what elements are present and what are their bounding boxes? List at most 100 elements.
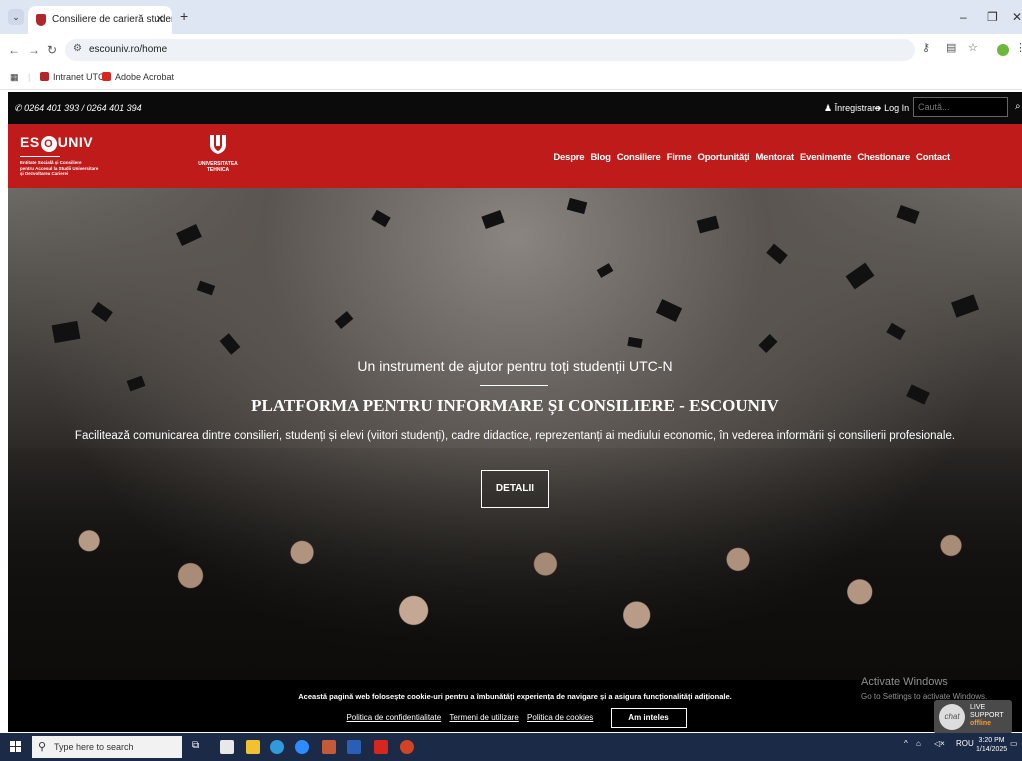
zoom-icon[interactable]: [295, 740, 309, 754]
password-key-icon[interactable]: ⚷: [922, 41, 930, 54]
graduation-cap-shape: [91, 301, 113, 323]
task-view-icon[interactable]: ⧉: [192, 740, 206, 754]
word-icon[interactable]: [347, 740, 361, 754]
hero-divider: [480, 385, 548, 386]
browser-tab-active[interactable]: Consiliere de carieră studenți U ✕: [28, 6, 172, 34]
phone-contact: ✆ 0264 401 393 / 0264 401 394: [14, 103, 142, 114]
details-button[interactable]: DETALII: [481, 470, 549, 508]
tab-title: Consiliere de carieră studenți U: [52, 14, 172, 25]
menu-item-oportunitati[interactable]: Oportunități: [698, 152, 750, 163]
site-settings-icon[interactable]: ⚙: [73, 43, 82, 54]
graduation-cap-shape: [51, 320, 81, 344]
graduation-cap-shape: [627, 336, 643, 349]
network-icon[interactable]: ⌂: [916, 739, 921, 748]
phone-number: 0264 401 393 / 0264 401 394: [24, 103, 142, 113]
chrome-icon[interactable]: [270, 740, 284, 754]
file-icon[interactable]: [220, 740, 234, 754]
site-search-input[interactable]: [913, 97, 1008, 117]
notifications-icon[interactable]: ▭: [1010, 739, 1018, 748]
accept-cookies-button[interactable]: Am inteles: [610, 708, 687, 728]
url-text: escouniv.ro/home: [89, 44, 168, 55]
powerpoint-icon[interactable]: [400, 740, 414, 754]
graduation-cap-shape: [696, 215, 720, 234]
address-bar-row: ← → ↻ ⚙ escouniv.ro/home: [0, 34, 1022, 66]
site-header: ES O UNIV Entitate Socială și Consiliere p…: [8, 124, 1022, 188]
tab-close-icon[interactable]: ✕: [156, 6, 164, 34]
graduation-cap-shape: [758, 333, 778, 354]
taskbar-search-box[interactable]: ⚲ Type here to search: [32, 736, 182, 758]
restore-icon[interactable]: ❐: [987, 10, 998, 24]
search-icon[interactable]: ⌕: [1015, 101, 1021, 112]
phone-icon: ✆: [14, 103, 22, 113]
language-indicator[interactable]: ROU: [956, 739, 974, 748]
graduation-cap-shape: [896, 204, 920, 225]
escouniv-logo[interactable]: ES O UNIV Entitate Socială și Consiliere p…: [20, 134, 98, 177]
graduation-cap-shape: [481, 209, 505, 230]
volume-icon[interactable]: ◁×: [934, 739, 945, 748]
hero-banner: Un instrument de ajutor pentru toți stud…: [8, 188, 1022, 680]
utcn-emblem-icon: [210, 135, 226, 154]
close-window-icon[interactable]: ✕: [1012, 10, 1022, 24]
menu-item-despre[interactable]: Despre: [553, 152, 584, 163]
acrobat-icon: [102, 72, 111, 81]
menu-item-evenimente[interactable]: Evenimente: [800, 152, 852, 163]
apps-grid-icon[interactable]: ▦: [10, 72, 19, 83]
hero-title: PLATFORMA PENTRU INFORMARE ȘI CONSILIERE…: [251, 396, 779, 415]
graduation-cap-shape: [950, 294, 980, 318]
search-magnifier-icon: ⚲: [38, 741, 47, 753]
utcn-logo[interactable]: UNIVERSITATEA TEHNICA: [198, 134, 238, 173]
logo-subtitle: Entitate Socială și Consiliere pentru Ac…: [20, 160, 99, 176]
cookie-policy-link[interactable]: Politica de cookies: [527, 713, 593, 722]
support-status: offline: [970, 720, 991, 727]
file-explorer-icon[interactable]: [246, 740, 260, 754]
minimize-icon[interactable]: –: [960, 10, 967, 24]
forward-arrow-icon[interactable]: →: [28, 43, 40, 57]
tab-search-chevron-icon[interactable]: ⌄: [8, 9, 24, 25]
menu-item-consiliere[interactable]: Consiliere: [617, 152, 661, 163]
user-icon: ♟: [824, 103, 833, 113]
new-tab-icon[interactable]: +: [180, 8, 188, 24]
register-link[interactable]: ♟ Înregistrare: [824, 103, 880, 114]
terms-link[interactable]: Termeni de utilizare: [449, 713, 518, 722]
graduation-cap-shape: [371, 209, 391, 228]
graduation-cap-shape: [845, 262, 875, 290]
utcn-bookmark-icon: [40, 72, 49, 81]
bookmark-separator: |: [28, 72, 31, 82]
privacy-policy-link[interactable]: Politica de confidentialitate: [346, 713, 441, 722]
browser-menu-icon[interactable]: ⋮: [1015, 41, 1022, 54]
graduation-cap-shape: [886, 322, 906, 341]
bookmark-intranet-utcn[interactable]: Intranet UTCN: [40, 72, 111, 82]
login-link[interactable]: ➜ Log In: [874, 103, 909, 114]
menu-item-mentorat[interactable]: Mentorat: [755, 152, 794, 163]
app-icon[interactable]: [322, 740, 336, 754]
bookmark-star-icon[interactable]: ☆: [968, 41, 978, 54]
graduation-cap-shape: [126, 375, 146, 392]
hero-description: Facilitează comunicarea dintre consilier…: [74, 430, 956, 442]
translate-icon[interactable]: ▤: [946, 41, 956, 54]
windows-start-icon[interactable]: [10, 741, 22, 753]
url-omnibox[interactable]: ⚙ escouniv.ro/home: [65, 39, 915, 61]
acrobat-taskbar-icon[interactable]: [374, 740, 388, 754]
graduation-cap-shape: [596, 263, 614, 278]
chat-bubble-icon: chat: [939, 704, 965, 730]
reload-icon[interactable]: ↻: [47, 43, 57, 57]
graduation-cap-shape: [176, 224, 202, 246]
bookmark-adobe-acrobat[interactable]: Adobe Acrobat: [102, 72, 174, 82]
profile-avatar[interactable]: [997, 44, 1009, 56]
back-arrow-icon[interactable]: ←: [8, 43, 20, 57]
graduation-cap-shape: [196, 280, 216, 296]
menu-item-blog[interactable]: Blog: [590, 152, 611, 163]
menu-item-chestionare[interactable]: Chestionare: [857, 152, 910, 163]
menu-item-contact[interactable]: Contact: [916, 152, 950, 163]
taskbar-clock[interactable]: 3:20 PM 1/14/2025: [976, 736, 1007, 754]
site-top-bar: ✆ 0264 401 393 / 0264 401 394 ♟ Înregist…: [8, 92, 1022, 124]
activate-windows-watermark: Activate Windows Go to Settings to activ…: [861, 676, 988, 701]
tray-chevron-icon[interactable]: ^: [904, 739, 908, 748]
browser-tabstrip: ⌄ Consiliere de carieră studenți U ✕ + –…: [0, 0, 1022, 34]
cookie-links: Politica de confidentialitate Termeni de…: [8, 708, 1022, 728]
graduation-cap-shape: [566, 197, 588, 215]
menu-item-firme[interactable]: Firme: [667, 152, 692, 163]
hero-tagline: Un instrument de ajutor pentru toți stud…: [357, 358, 673, 374]
graduation-cap-shape: [334, 311, 354, 329]
live-support-widget[interactable]: chat LIVE SUPPORT offline: [934, 700, 1012, 734]
